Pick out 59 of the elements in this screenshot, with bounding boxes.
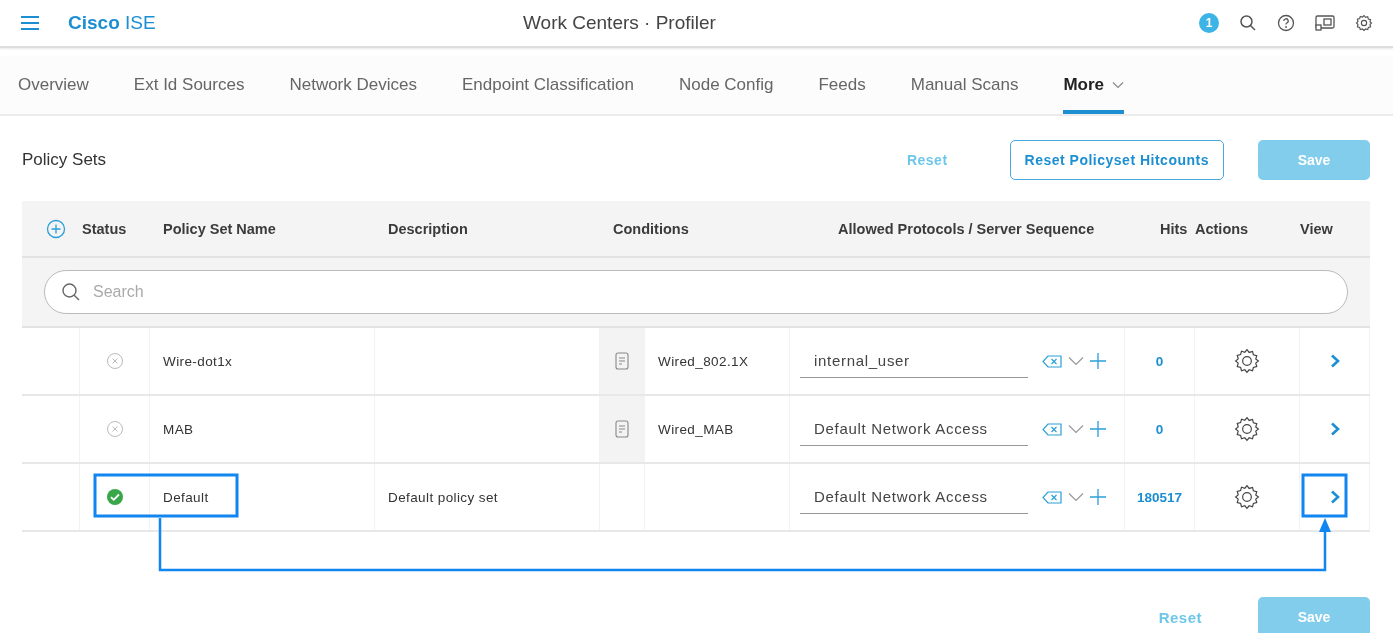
help-icon[interactable] [1277, 14, 1295, 32]
add-icon[interactable] [46, 218, 66, 239]
condition-name: Wired_MAB [658, 421, 734, 437]
caret-icon[interactable] [1068, 424, 1084, 434]
policy-set-name: Default [163, 489, 209, 505]
policy-set-name: Wire-dot1x [163, 353, 233, 369]
nav-tab[interactable]: More [1063, 56, 1125, 114]
protocol-select[interactable]: Default Network Access [800, 480, 1028, 514]
menu-icon[interactable] [20, 15, 40, 31]
policy-set-name: MAB [163, 421, 194, 437]
chevron-right-icon[interactable] [1329, 490, 1340, 504]
nav-tab[interactable]: Ext Id Sources [133, 56, 245, 114]
chevron-right-icon[interactable] [1329, 422, 1340, 436]
search-field[interactable]: Search [44, 270, 1348, 314]
search-icon [61, 282, 81, 302]
protocol-select[interactable]: internal_user [800, 344, 1028, 378]
page-title: Work Centers · Profiler [523, 12, 717, 34]
hits-link[interactable]: 180517 [1136, 489, 1183, 505]
hits-link[interactable]: 0 [1155, 353, 1164, 369]
highlight-frame [1301, 473, 1348, 518]
nav-tab[interactable]: Manual Scans [910, 56, 1019, 114]
chevron-right-icon[interactable] [1329, 354, 1340, 368]
add-icon[interactable] [1090, 353, 1106, 369]
policy-description: Default policy set [388, 489, 498, 505]
column-header: Allowed Protocols / Server Sequence [838, 220, 1095, 237]
column-header: Status [82, 220, 127, 237]
column-header: Description [388, 220, 468, 237]
clear-icon[interactable] [1042, 422, 1062, 436]
add-icon[interactable] [1090, 421, 1106, 437]
reset-hitcounts-button[interactable]: Reset Policyset Hitcounts [1009, 140, 1224, 180]
document-icon[interactable] [615, 420, 629, 438]
nav-tab[interactable]: Feeds [818, 56, 866, 114]
column-header: Actions [1195, 220, 1249, 237]
condition-name: Wired_802.1X [658, 353, 749, 369]
settings-icon[interactable] [1355, 14, 1373, 32]
nav-tab[interactable]: Endpoint Classification [461, 56, 634, 114]
brand-logo[interactable]: Cisco ISE [68, 12, 523, 34]
caret-icon[interactable] [1068, 356, 1084, 366]
clear-icon[interactable] [1042, 490, 1062, 504]
gear-icon[interactable] [1234, 416, 1260, 442]
dashboard-icon[interactable] [1315, 14, 1335, 32]
nav-tab[interactable]: Overview [18, 56, 89, 114]
protocol-select[interactable]: Default Network Access [800, 412, 1028, 446]
column-header: Conditions [613, 220, 689, 237]
column-header: View [1300, 220, 1333, 237]
column-header: Hits [1160, 220, 1188, 237]
caret-icon[interactable] [1068, 492, 1084, 502]
hits-link[interactable]: 0 [1155, 421, 1164, 437]
section-title: Policy Sets [22, 150, 108, 170]
column-header: Policy Set Name [163, 220, 276, 237]
gear-icon[interactable] [1234, 348, 1260, 374]
nav-tab[interactable]: Node Config [678, 56, 774, 114]
gear-icon[interactable] [1234, 484, 1260, 510]
caret-icon[interactable] [1112, 81, 1125, 89]
document-icon[interactable] [615, 352, 629, 370]
add-icon[interactable] [1090, 489, 1106, 505]
search-icon[interactable] [1239, 14, 1257, 32]
nav-tab[interactable]: Network Devices [289, 56, 417, 114]
clear-icon[interactable] [1042, 354, 1062, 368]
